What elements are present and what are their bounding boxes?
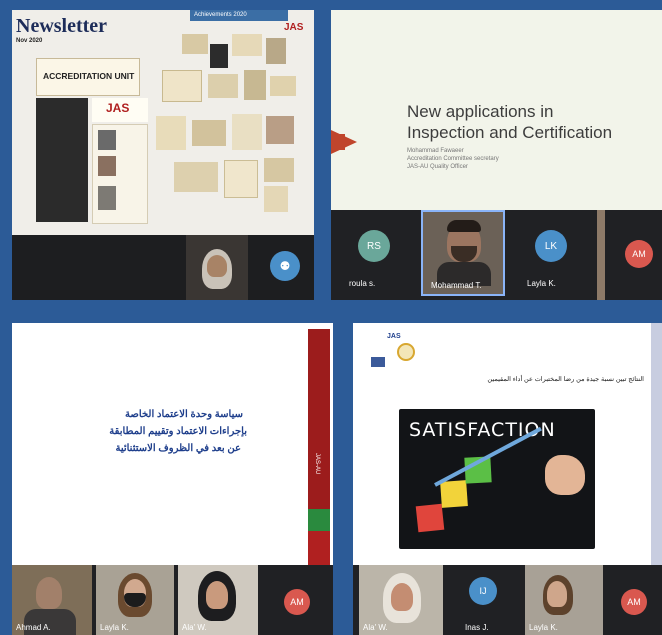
slide-title-line1: New applications in [407,102,554,121]
avatar-am[interactable]: AM [621,589,647,615]
photo-thumb [98,130,116,150]
collage-area [152,30,304,220]
collage-item [224,160,258,198]
avatar-rs: RS [358,230,390,262]
hand-with-chalk [545,455,585,495]
arabic-slide: سياسة وحدة الاعتماد الخاصة بإجراءات الاع… [12,323,333,565]
participant-tile-mohammad[interactable]: Mohammad T. [421,210,505,296]
avatar-am[interactable]: AM [625,240,653,268]
slide-subtitle-3: JAS-AU Quality Officer [407,164,468,170]
participant-tile[interactable] [186,235,248,300]
collage-item [232,34,262,56]
camera-off-avatar[interactable]: ⚉ [270,251,300,281]
collage-item [162,70,202,102]
participant-name: Ahmad A. [16,623,51,632]
collage-item [266,38,286,64]
video-panel-new-applications[interactable]: New applications in Inspection and Certi… [331,10,662,300]
newsletter-slide: Achievements 2020 Newsletter Nov 2020 JA… [12,10,314,235]
slide-subtitle-2: Accreditation Committee secretary [407,156,499,162]
slide-bullet: النتائج تبين نسبة جيدة من رضا المختبرات … [487,376,644,383]
photo-thumb [98,156,116,176]
participant-strip: RS roula s. Mohammad T. LK Layla K. AM [331,210,662,300]
logo-emblem [397,343,415,361]
collage-item [174,162,218,192]
participant-name: Layla K. [529,623,558,632]
slide-text-line3: عن بعد في الظروف الاستثنائية [115,443,241,454]
participant-name: Mohammad T. [431,281,482,290]
participant-face [206,581,228,609]
left-dark-column [36,98,88,222]
side-bar-green [308,509,330,531]
participant-tile-inas[interactable]: IJ Inas J. [449,565,519,635]
participant-head [36,577,62,609]
participant-hair [447,220,481,232]
participant-strip: Ahmad A. Layla K. Ala' W. AM [12,565,333,635]
collage-item [182,34,208,54]
participant-tile-video[interactable] [597,210,605,300]
participant-tile-ahmad[interactable]: Ahmad A. [12,565,92,635]
collage-item [266,116,294,144]
satisfaction-slide: JAS النتائج تبين نسبة جيدة من رضا المختب… [353,323,662,565]
user-icon: ⚉ [279,259,291,273]
collage-item [192,120,226,146]
participant-face [547,581,567,607]
sad-face-card [415,503,445,533]
collage-item [264,158,294,182]
participant-name: Layla K. [100,623,129,632]
jas-logo-text: JAS [106,101,130,115]
collage-item [264,186,288,212]
side-bar-red [308,329,330,509]
participant-name: Ala' W. [182,623,207,632]
avatar-ij: IJ [469,577,497,605]
side-label: JAS-AU [314,453,320,475]
participant-tile-ala[interactable]: Ala' W. [359,565,443,635]
collage-item [244,70,266,100]
slide-accent-bar [331,134,345,150]
collage-item [232,114,262,150]
collage-item [156,116,186,150]
slide-text-line1: سياسة وحدة الاعتماد الخاصة [125,409,243,420]
video-panel-satisfaction[interactable]: JAS النتائج تبين نسبة جيدة من رضا المختب… [353,323,662,635]
newsletter-date: Nov 2020 [16,38,43,44]
video-panel-policy[interactable]: سياسة وحدة الاعتماد الخاصة بإجراءات الاع… [12,323,333,635]
slide-subtitle-1: Mohammad Fawaeer [407,148,464,154]
slide-title-line2: Inspection and Certification [407,123,613,142]
satisfaction-board: SATISFACTION [399,409,595,549]
participant-tile-roula[interactable]: RS roula s. [331,210,415,300]
accreditation-unit-label: ACCREDITATION UNIT [43,71,135,81]
avatar-am[interactable]: AM [284,589,310,615]
neutral-face-card [440,480,468,508]
collage-item [270,76,296,96]
participant-name: Layla K. [527,279,556,288]
participant-tile-ala[interactable]: Ala' W. [178,565,258,635]
presentation-slide: New applications in Inspection and Certi… [331,10,662,210]
participant-strip: Ala' W. IJ Inas J. Layla K. AM [353,565,662,635]
participant-strip: ⚉ [12,235,314,300]
participant-face [207,255,227,277]
participant-name: Inas J. [465,623,489,632]
accreditation-unit-box: ACCREDITATION UNIT [36,58,140,96]
slide-thumbnail-icon [371,357,385,367]
logo-jas: JAS [387,333,401,340]
participant-name: Ala' W. [363,623,388,632]
slide-top-bar: Achievements 2020 [190,10,288,21]
side-bar-red-bottom [308,531,330,565]
avatar-lk: LK [535,230,567,262]
slide-right-bar [651,323,662,565]
slide-text-line2: بإجراءات الاعتماد وتقييم المطابقة [109,426,247,437]
participant-tile-layla[interactable]: LK Layla K. [511,210,591,300]
photo-thumb [98,186,116,210]
jas-logo-block: JAS [92,98,148,122]
participant-face [391,583,413,611]
participant-tile-layla[interactable]: Layla K. [525,565,603,635]
collage-item [208,74,238,98]
newsletter-title: Newsletter [16,15,108,37]
participant-tile-layla[interactable]: Layla K. [96,565,174,635]
collage-item [210,44,228,68]
video-panel-newsletter[interactable]: Achievements 2020 Newsletter Nov 2020 JA… [12,10,314,300]
participant-name: roula s. [349,279,376,288]
